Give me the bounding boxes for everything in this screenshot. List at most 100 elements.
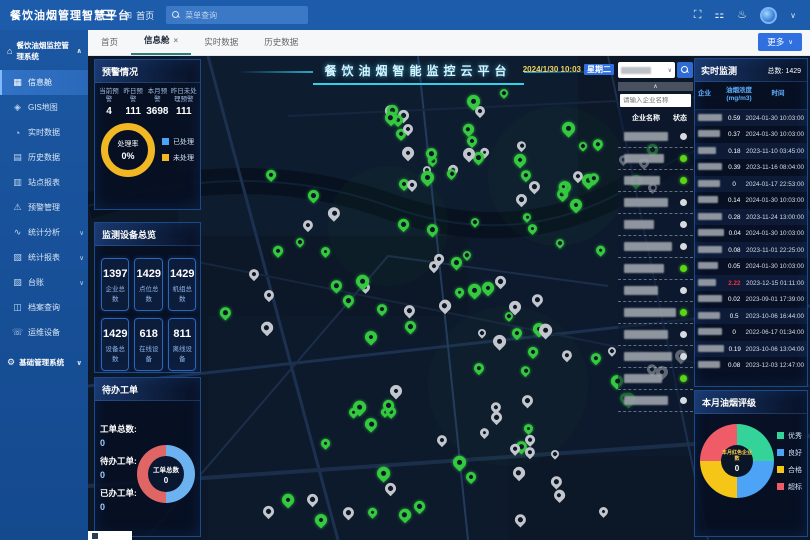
realtime-row[interactable]: 0.182023-11-10 03:45:00 — [695, 143, 807, 160]
company-row[interactable] — [618, 214, 693, 236]
map-marker[interactable] — [607, 345, 619, 357]
map-marker[interactable] — [259, 320, 275, 336]
realtime-row[interactable]: 0.082023-11-01 22:25:00 — [695, 242, 807, 259]
close-icon[interactable]: × — [174, 36, 179, 45]
map-marker[interactable] — [411, 498, 426, 513]
chevron-down-icon[interactable]: ∨ — [790, 11, 796, 20]
map-marker[interactable] — [578, 140, 589, 151]
map-marker[interactable] — [465, 281, 483, 299]
realtime-row[interactable]: 0.592024-01-30 10:03:00 — [695, 110, 807, 127]
realtime-row[interactable]: 02024-01-17 22:53:00 — [695, 176, 807, 193]
map-marker[interactable] — [560, 348, 575, 363]
map-marker[interactable] — [301, 218, 315, 232]
sidebar-item-realtime-data[interactable]: ◔实时数据 — [0, 120, 88, 145]
map-marker[interactable] — [449, 255, 465, 271]
company-row[interactable] — [618, 148, 693, 170]
realtime-row[interactable]: 0.052024-01-30 10:03:00 — [695, 258, 807, 275]
company-row[interactable] — [618, 236, 693, 258]
company-row[interactable] — [618, 280, 693, 302]
company-filter-select[interactable]: ∨ — [618, 62, 675, 78]
vest-icon[interactable]: ⛶ — [694, 10, 702, 21]
map-marker[interactable] — [490, 333, 508, 351]
sidebar-item-ledger[interactable]: ▨台账∨ — [0, 270, 88, 295]
sidebar-group-restaurant-system[interactable]: ⌂ 餐饮油烟监控管理系统 ∧ — [0, 30, 88, 70]
map-marker[interactable] — [383, 481, 398, 496]
company-search-button[interactable] — [677, 62, 693, 78]
map-marker[interactable] — [340, 505, 356, 521]
map-marker[interactable] — [399, 145, 416, 162]
map-marker[interactable] — [552, 487, 567, 502]
map-marker[interactable] — [554, 237, 566, 249]
hamburger-menu-icon[interactable]: ☰ — [102, 7, 115, 24]
map-marker[interactable] — [515, 139, 528, 152]
sidebar-item-archive-query[interactable]: ◫档案查询 — [0, 295, 88, 320]
home-nav[interactable]: ⊞ 首页 — [125, 9, 155, 22]
map-marker[interactable] — [396, 217, 411, 232]
map-marker[interactable] — [464, 470, 478, 484]
map-marker[interactable] — [549, 448, 560, 459]
map-marker[interactable] — [403, 319, 419, 335]
realtime-row[interactable]: 0.282023-11-24 13:00:00 — [695, 209, 807, 226]
sidebar-group-base-system[interactable]: ⚙ 基础管理系统 ∨ — [0, 347, 88, 376]
company-row[interactable] — [618, 324, 693, 346]
company-name-input[interactable] — [620, 97, 691, 104]
menu-search-input[interactable] — [185, 11, 295, 20]
map-marker[interactable] — [478, 426, 491, 439]
sidebar-item-stat-analysis[interactable]: ∿统计分析∨ — [0, 220, 88, 245]
flame-icon[interactable]: ♨ — [737, 10, 747, 21]
map-marker[interactable] — [305, 492, 320, 507]
sidebar-item-stat-report[interactable]: ▧统计报表∨ — [0, 245, 88, 270]
company-row[interactable] — [618, 192, 693, 214]
map-marker[interactable] — [319, 437, 331, 449]
realtime-row[interactable]: 0.372024-01-30 10:03:00 — [695, 126, 807, 143]
user-avatar[interactable] — [760, 7, 777, 24]
map-marker[interactable] — [271, 244, 285, 258]
company-row[interactable] — [618, 126, 693, 148]
map-marker[interactable] — [510, 326, 524, 340]
map-marker[interactable] — [341, 293, 357, 309]
realtime-row[interactable]: 02022-06-17 01:34:00 — [695, 324, 807, 341]
realtime-row[interactable]: 0.142024-01-30 10:03:00 — [695, 192, 807, 209]
map-marker[interactable] — [499, 88, 511, 100]
map-marker[interactable] — [325, 205, 343, 223]
map-marker[interactable] — [519, 393, 535, 409]
sidebar-item-warning-mgmt[interactable]: ⚠预警管理 — [0, 195, 88, 220]
company-row[interactable] — [618, 302, 693, 324]
map-marker[interactable] — [363, 416, 380, 433]
map-marker[interactable] — [477, 327, 488, 338]
tab-home[interactable]: 首页 — [88, 30, 131, 55]
map-marker[interactable] — [218, 305, 234, 321]
map-marker[interactable] — [512, 152, 529, 169]
map-marker[interactable] — [319, 245, 332, 258]
map-marker[interactable] — [526, 222, 539, 235]
map-marker[interactable] — [362, 329, 379, 346]
realtime-row[interactable]: 2.222023-12-15 01:11:00 — [695, 275, 807, 292]
tab-info-cabin[interactable]: 信息舱 × — [131, 28, 191, 55]
map-marker[interactable] — [472, 361, 487, 376]
collapse-handle[interactable]: ∧ — [618, 82, 693, 91]
map-marker[interactable] — [548, 474, 564, 490]
map-marker[interactable] — [594, 244, 606, 256]
map-marker[interactable] — [375, 302, 389, 316]
map-marker[interactable] — [589, 351, 604, 366]
map-marker[interactable] — [418, 169, 436, 187]
map-marker[interactable] — [366, 506, 378, 518]
more-button[interactable]: 更多 ∨ — [758, 33, 802, 51]
map-marker[interactable] — [454, 286, 466, 298]
map-marker[interactable] — [295, 236, 307, 248]
map-marker[interactable] — [526, 179, 542, 195]
map-marker[interactable] — [597, 505, 610, 518]
map-marker[interactable] — [461, 122, 476, 137]
map-marker[interactable] — [396, 506, 412, 522]
realtime-row[interactable]: 0.082023-12-03 12:47:00 — [695, 357, 807, 374]
map-marker[interactable] — [264, 168, 278, 182]
map-marker[interactable] — [568, 197, 585, 214]
map-marker[interactable] — [519, 364, 532, 377]
company-row[interactable] — [618, 346, 693, 368]
map-marker[interactable] — [559, 120, 577, 138]
map-marker[interactable] — [522, 422, 535, 435]
map-marker[interactable] — [522, 212, 534, 224]
map-marker[interactable] — [402, 303, 418, 319]
tab-realtime-data[interactable]: 实时数据 — [191, 30, 251, 55]
realtime-row[interactable]: 0.042024-01-30 10:03:00 — [695, 225, 807, 242]
